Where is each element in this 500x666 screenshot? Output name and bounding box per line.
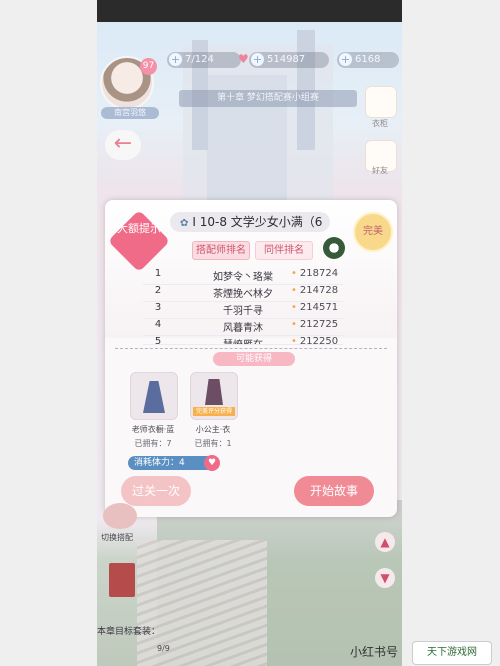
stamina-cost-text: 消耗体力：4: [134, 458, 185, 468]
reward-item-2-owned: 已拥有：1: [194, 439, 232, 448]
left-letterbox: [0, 0, 97, 666]
perfect-badge: 完美: [353, 212, 393, 252]
reward-item-2[interactable]: 完美评分获得: [190, 372, 238, 420]
watermark-text: 小红书号: [350, 645, 399, 659]
outfit-switch-icon[interactable]: [103, 503, 137, 529]
right-letterbox: [402, 0, 500, 666]
obtainable-header: 可能获得: [213, 352, 295, 366]
rank-score: 214571: [291, 302, 343, 313]
lotus-icon[interactable]: [323, 237, 345, 259]
dress-icon: [205, 379, 223, 405]
ranking-row: 5 慧燎雁在 212250: [143, 336, 343, 345]
game-screen: 97 南宫羽悠 + 7/124 ♥ + 514987 + 6168 第十章 梦幻…: [97, 0, 402, 666]
ranking-row: 2 茶煙挽ベ林夕 214728: [143, 285, 343, 302]
dress-icon: [143, 381, 165, 413]
ranking-table: 1 如梦令丶珞棠 218724 2 茶煙挽ベ林夕 214728 3 千羽千寻 2…: [143, 268, 343, 345]
reward-item-2-name: 小公主·衣: [195, 425, 231, 434]
tab-stylist-ranking[interactable]: 搭配师排名: [192, 241, 250, 260]
ranking-row: 4 风暮青沐 212725: [143, 319, 343, 336]
section-divider: [115, 348, 387, 349]
rank-score: 212250: [291, 336, 343, 344]
scroll-down-icon[interactable]: ▼: [375, 568, 395, 588]
rank-number: 4: [154, 319, 162, 330]
rank-number: 5: [154, 336, 162, 345]
heart-icon: ♥: [204, 455, 220, 471]
outfit-switch-label: 切换搭配: [101, 533, 133, 542]
rank-name: 慧燎雁在: [198, 336, 288, 344]
rank-name: 风暮青沐: [223, 323, 263, 334]
skip-button[interactable]: 过关一次: [121, 476, 191, 506]
stamina-cost: 消耗体力：4 ♥: [128, 455, 220, 471]
chapter-target-progress: 9/9: [157, 644, 170, 653]
rank-name: 茶煙挽ベ林夕: [213, 289, 273, 300]
ranking-row: 3 千羽千寻 214571: [143, 302, 343, 319]
book-icon[interactable]: [109, 563, 135, 597]
watermark-logo: 天下游戏网: [412, 641, 492, 665]
rank-score: 212725: [291, 319, 343, 330]
hint-badge-text: 大额提示: [117, 222, 161, 235]
stage-dialog: 大额提示 ✿ I 10-8 文学少女小满（6 完美 搭配师排名 同伴排名 1 如梦…: [105, 200, 397, 517]
watermark: 小红书号 天下游戏网: [350, 638, 500, 666]
rank-number: 1: [154, 268, 162, 279]
rank-name: 如梦令丶珞棠: [213, 272, 273, 283]
ranking-row: 1 如梦令丶珞棠 218724: [143, 268, 343, 285]
perfect-reward-tag: 完美评分获得: [193, 407, 235, 416]
sparkle-icon: ✿: [180, 218, 189, 229]
stage-title: ✿ I 10-8 文学少女小满（6: [170, 212, 330, 232]
rank-name: 千羽千寻: [223, 306, 263, 317]
start-story-button[interactable]: 开始故事: [294, 476, 374, 506]
reward-item-1[interactable]: [130, 372, 178, 420]
chapter-target-label: 本章目标套装：: [97, 627, 161, 637]
stage-title-text: I 10-8 文学少女小满（6: [192, 215, 323, 229]
rank-number: 2: [154, 285, 162, 296]
scroll-up-icon[interactable]: ▲: [375, 532, 395, 552]
rank-score: 214728: [291, 285, 343, 296]
rank-number: 3: [154, 302, 162, 313]
tab-companion-ranking[interactable]: 同伴排名: [255, 241, 313, 260]
rank-score: 218724: [291, 268, 343, 279]
status-bar: [97, 0, 402, 22]
